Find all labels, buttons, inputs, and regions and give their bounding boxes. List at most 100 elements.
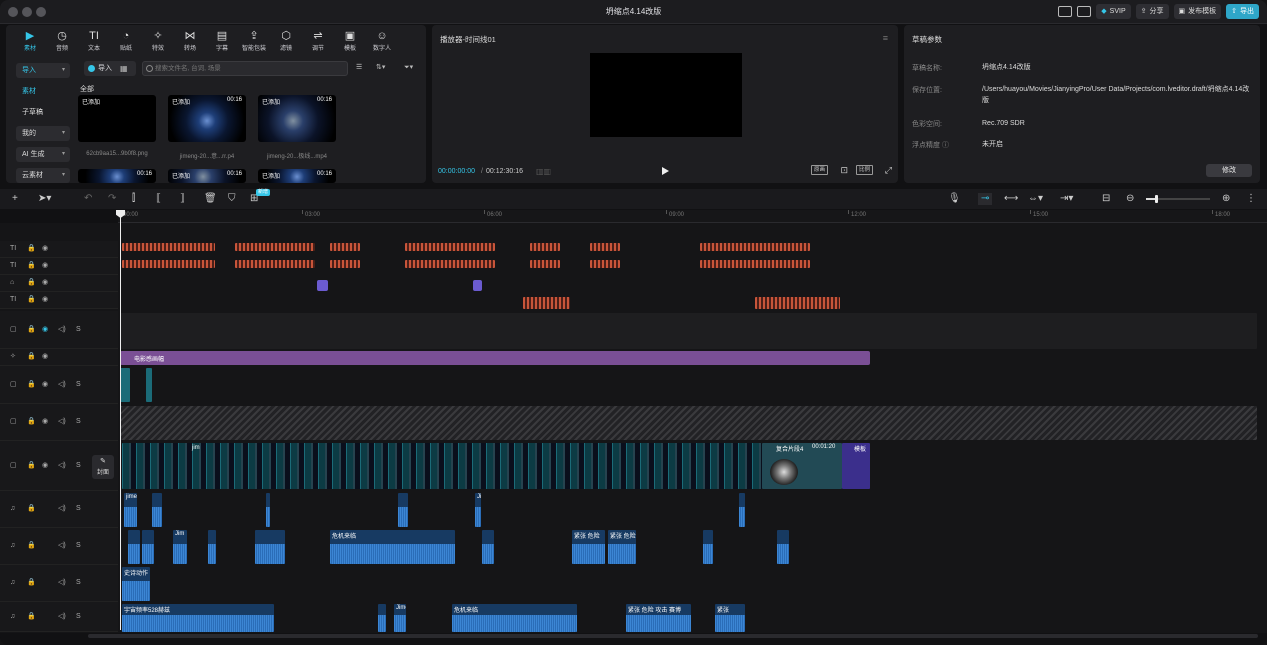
text-clip[interactable] — [330, 260, 360, 268]
audio-clip[interactable]: 危机来临 — [452, 604, 577, 632]
audio-track-icon[interactable]: ♫ — [10, 541, 15, 551]
text-clip[interactable] — [405, 243, 495, 251]
audio-clip[interactable]: Jim — [173, 530, 187, 564]
play-icon[interactable] — [662, 167, 669, 175]
compound-clip[interactable]: 复合片段4 00:01:20 — [762, 443, 842, 489]
main-video-track-icon[interactable]: ▢ — [10, 461, 17, 471]
solo-icon[interactable]: S — [76, 578, 81, 588]
text-track-icon[interactable]: TI — [10, 261, 16, 271]
eye-icon[interactable]: ◉ — [42, 417, 48, 427]
search-input[interactable]: 搜索文件名, 台词, 场景 — [142, 61, 348, 76]
sticker-clip[interactable] — [317, 280, 328, 291]
audio-clip[interactable]: 危机来临 — [330, 530, 455, 564]
solo-icon[interactable]: S — [76, 612, 81, 622]
lock-icon[interactable]: 🔒 — [27, 244, 36, 254]
tool-sticker[interactable]: ◔ 贴纸 — [110, 29, 142, 52]
tool-audio[interactable]: ◷ 音频 — [46, 29, 78, 52]
microphone-icon[interactable]: 🎙 — [948, 193, 961, 205]
preview-axis-icon[interactable]: ⇥▾ — [1060, 193, 1073, 205]
lock-icon[interactable]: 🔒 — [27, 325, 36, 335]
text-clip[interactable] — [530, 260, 560, 268]
timeline-scrollbar[interactable] — [88, 634, 1258, 638]
tool-text[interactable]: TI 文本 — [78, 29, 110, 52]
undo-icon[interactable]: ↶ — [84, 193, 92, 205]
audio-clip[interactable] — [255, 530, 285, 564]
text-clip[interactable] — [330, 243, 360, 251]
zoom-out-icon[interactable]: ⊖ — [1126, 193, 1134, 205]
more-icon[interactable]: ⋮ — [1246, 193, 1256, 205]
solo-icon[interactable]: S — [76, 504, 81, 514]
lock-icon[interactable]: 🔒 — [27, 612, 36, 622]
fullscreen-icon[interactable]: ⤢ — [885, 165, 892, 176]
import-button[interactable]: 导入 — [84, 61, 136, 76]
help-icon[interactable]: ⓘ — [942, 142, 949, 149]
modify-button[interactable]: 修改 — [1206, 164, 1252, 177]
sidebar-item-mine[interactable]: 我的 ▾ — [16, 126, 70, 141]
time-ruler[interactable]: 00:00 03:00 06:00 09:00 12:00 15:00 18:00 — [118, 210, 1267, 223]
text-clip[interactable] — [590, 260, 620, 268]
lock-icon[interactable]: 🔒 — [27, 261, 36, 271]
solo-icon[interactable]: S — [76, 461, 81, 471]
lock-icon[interactable]: 🔒 — [27, 461, 36, 471]
solo-icon[interactable]: S — [76, 380, 81, 390]
audio-clip[interactable]: 紧张 危险 — [608, 530, 636, 564]
shield-icon[interactable]: ⛉ — [228, 193, 236, 205]
sidebar-item-subdraft[interactable]: 子草稿 — [16, 105, 70, 120]
ratio-button[interactable]: 比例 — [855, 165, 873, 175]
lock-icon[interactable]: 🔒 — [27, 380, 36, 390]
tool-effects[interactable]: ✧ 特效 — [142, 29, 174, 52]
split-right-icon[interactable]: ⟧ — [180, 193, 185, 205]
tool-avatar[interactable]: ☺ 数字人 — [366, 29, 398, 52]
panel-layout-icon[interactable] — [1077, 6, 1092, 17]
audio-clip[interactable] — [703, 530, 713, 564]
grid-view-icon[interactable]: ▦ — [120, 64, 128, 73]
text-clip[interactable] — [235, 243, 315, 251]
lock-icon[interactable]: 🔒 — [27, 417, 36, 427]
text-clip[interactable] — [405, 260, 495, 268]
sidebar-item-ai-generate[interactable]: AI 生成 ▾ — [16, 147, 70, 162]
svip-button[interactable]: ◆ SVIP — [1096, 4, 1131, 19]
linkage-icon[interactable]: ⇔▾ — [1028, 193, 1043, 205]
lock-icon[interactable]: 🔒 — [27, 504, 36, 514]
media-thumb[interactable]: 已添加 00:16 — [168, 95, 246, 142]
sidebar-item-cloud[interactable]: 云素材 ▾ — [16, 168, 70, 183]
lock-icon[interactable]: 🔒 — [27, 278, 36, 288]
eye-icon[interactable]: ◉ — [42, 278, 48, 288]
tool-adjust[interactable]: ⇌ 调节 — [302, 29, 334, 52]
main-video-clip[interactable]: jim — [122, 443, 762, 489]
split-left-icon[interactable]: ⟦ — [156, 193, 161, 205]
media-thumb[interactable]: 已添加 — [78, 95, 156, 142]
template-clip[interactable]: 模板 — [842, 443, 870, 489]
media-thumb[interactable]: 00:16 — [78, 169, 156, 183]
share-button[interactable]: ⇪ 分享 — [1135, 4, 1169, 19]
audio-track-icon[interactable]: ♫ — [10, 578, 15, 588]
effect-clip[interactable]: 电影感画幅 — [120, 351, 870, 365]
export-button[interactable]: ⇧ 导出 — [1226, 4, 1259, 19]
audio-clip[interactable] — [128, 530, 140, 564]
text-clip[interactable] — [122, 260, 215, 268]
video-track-icon[interactable]: ▢ — [10, 325, 17, 335]
sort-icon[interactable]: ⇅▾ — [376, 63, 385, 71]
add-track-icon[interactable]: + — [12, 193, 18, 205]
media-thumb[interactable]: 已添加 00:16 — [168, 169, 246, 183]
zoom-in-icon[interactable]: ⊕ — [1222, 193, 1230, 205]
text-clip[interactable] — [590, 243, 620, 251]
select-cursor-icon[interactable]: ➤▾ — [38, 193, 51, 205]
solo-icon[interactable]: S — [76, 541, 81, 551]
layout-icon[interactable] — [1058, 6, 1073, 17]
audio-clip[interactable]: 紧张 危险 攻击 赛博 — [626, 604, 691, 632]
text-clip[interactable] — [530, 243, 560, 251]
tool-template[interactable]: ▣ 模板 — [334, 29, 366, 52]
lock-icon[interactable]: 🔒 — [27, 295, 36, 305]
lock-icon[interactable]: 🔒 — [27, 352, 36, 362]
waveform-icon[interactable]: ▥▥ — [536, 167, 551, 176]
audio-clip[interactable] — [777, 530, 789, 564]
video-preview[interactable] — [590, 53, 742, 137]
volume-icon[interactable]: ◁) — [58, 504, 66, 514]
original-quality-button[interactable]: 原画 — [810, 165, 828, 175]
text-clip[interactable] — [700, 260, 810, 268]
lock-icon[interactable]: 🔒 — [27, 578, 36, 588]
eye-icon[interactable]: ◉ — [42, 352, 48, 362]
video-clip[interactable] — [146, 368, 152, 402]
eye-icon[interactable]: ◉ — [42, 244, 48, 254]
